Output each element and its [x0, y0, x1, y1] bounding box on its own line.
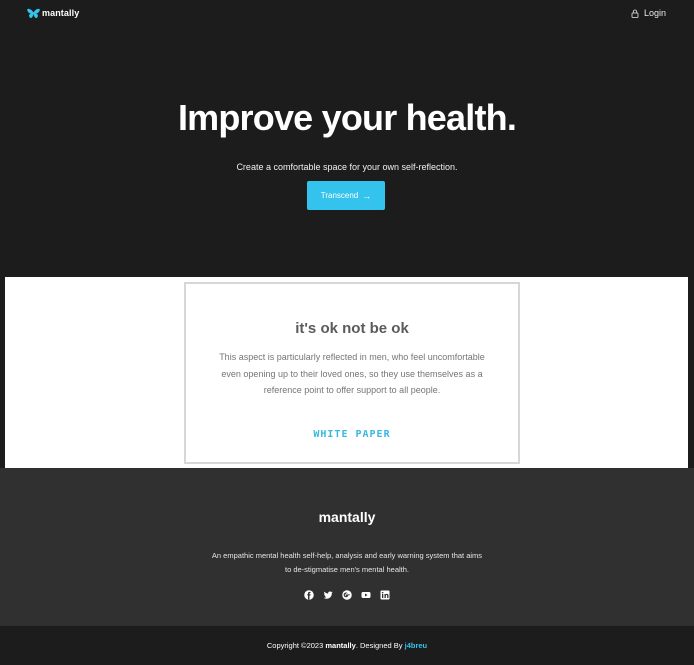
white-paper-link[interactable]: WHITE PAPER [186, 429, 518, 440]
login-label: Login [643, 8, 666, 18]
linkedin-link[interactable] [380, 590, 390, 600]
card-title: it's ok not be ok [295, 320, 409, 337]
card-body: This aspect is particularly reflected in… [219, 352, 485, 395]
youtube-link[interactable] [361, 590, 371, 600]
social-links [0, 590, 694, 602]
designed-by-text: . Designed By [355, 641, 403, 650]
footer-description: An empathic mental health self-help, ana… [211, 551, 483, 574]
brand-logo-link[interactable]: mantally [27, 6, 79, 20]
arrow-right-icon: → [362, 190, 372, 201]
footer: mantally An empathic mental health self-… [0, 468, 694, 626]
transcend-button-label: Transcend [320, 191, 359, 200]
author-link[interactable]: j4breu [405, 641, 428, 650]
google-plus-icon [342, 590, 352, 600]
linkedin-icon [380, 590, 390, 600]
youtube-icon [361, 592, 371, 598]
butterfly-icon [27, 8, 40, 18]
twitter-icon [323, 591, 333, 599]
copyright-bar: Copyright ©2023 mantally . Designed By j… [0, 626, 694, 665]
page: mantally Login Improve your health. Crea… [0, 0, 694, 665]
twitter-link[interactable] [323, 590, 333, 600]
facebook-icon [304, 590, 314, 600]
brand-name: mantally [42, 8, 80, 18]
copyright-brand: mantally [325, 641, 356, 650]
hero-subtitle: Create a comfortable space for your own … [236, 162, 458, 172]
info-card: it's ok not be ok This aspect is particu… [184, 282, 520, 464]
lock-icon [631, 9, 639, 18]
facebook-link[interactable] [304, 590, 314, 600]
transcend-button[interactable]: Transcend → [307, 181, 385, 210]
footer-title: mantally [318, 509, 376, 525]
navbar: mantally Login [0, 0, 694, 26]
info-section: it's ok not be ok This aspect is particu… [5, 277, 688, 468]
google-plus-link[interactable] [342, 590, 352, 600]
hero-section: Improve your health. Create a comfortabl… [0, 26, 694, 276]
copyright-text: Copyright ©2023 [266, 641, 324, 650]
login-link[interactable]: Login [631, 7, 666, 19]
hero-title: Improve your health. [177, 97, 517, 138]
